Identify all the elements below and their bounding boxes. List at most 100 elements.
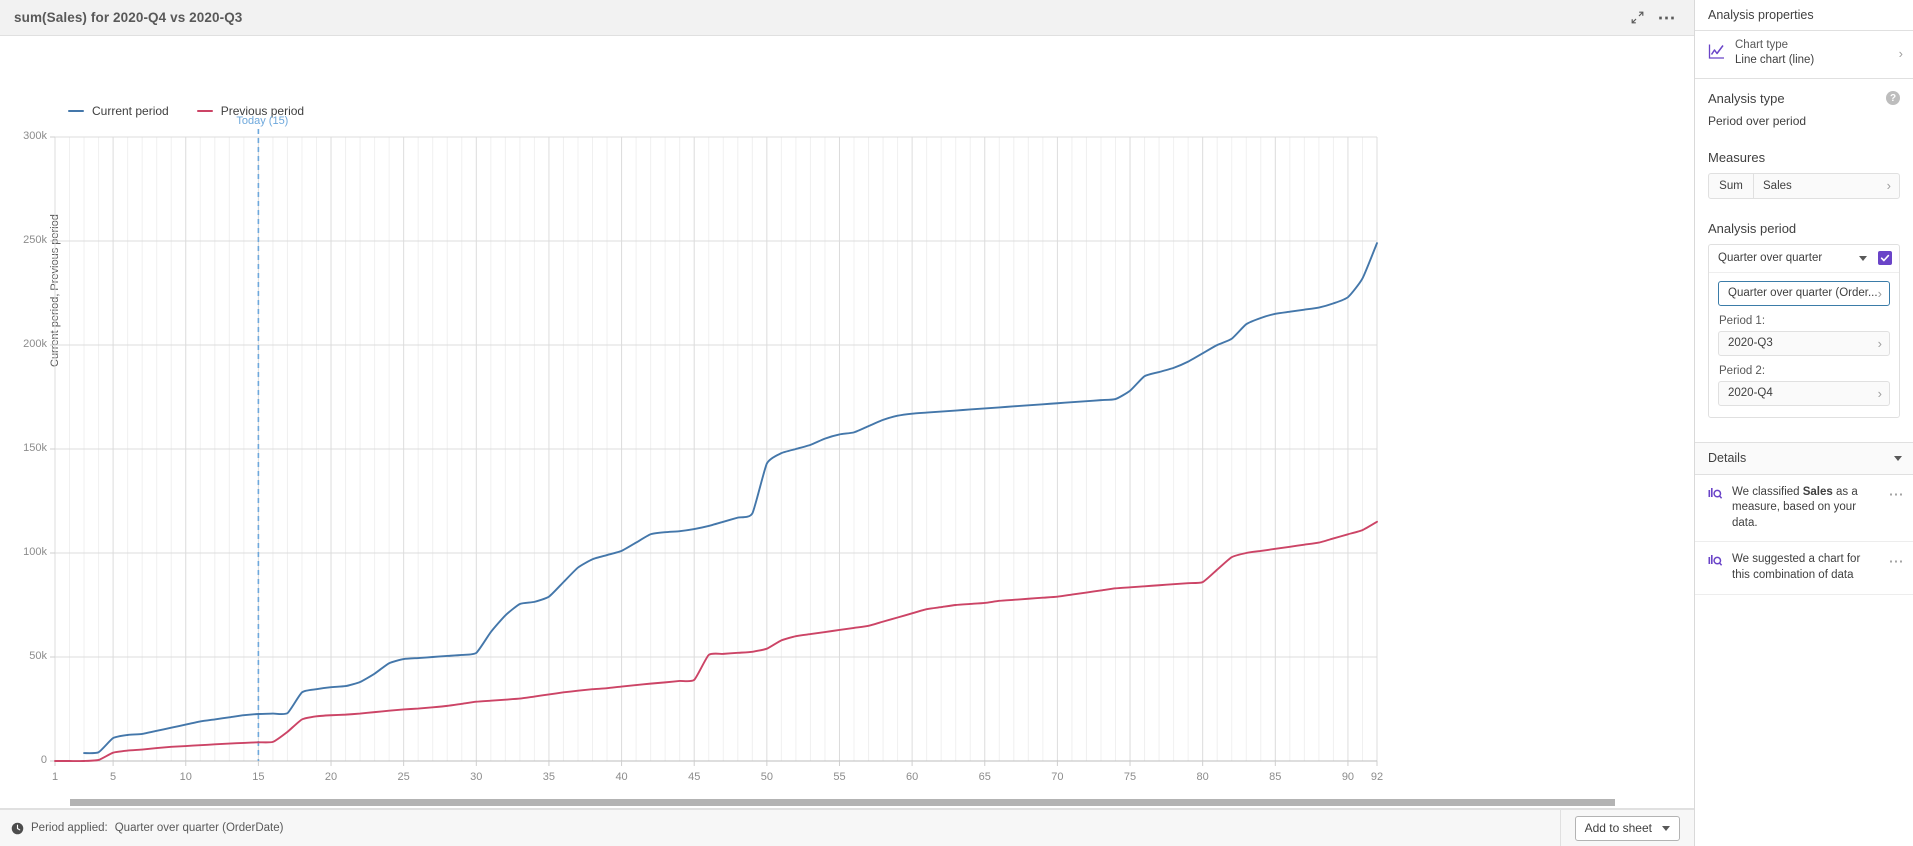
x-tick-label: 45 [688,771,701,783]
analysis-type-title-row: Analysis type ? [1708,91,1900,106]
ellipsis-icon[interactable]: ⋯ [1889,554,1905,569]
y-tick-label: 200k [23,338,47,350]
details-title: Details [1708,451,1747,466]
detail-text: We suggested a chart for this combinatio… [1732,552,1880,583]
calendar-field-value: Quarter over quarter (Order... [1728,287,1878,300]
chevron-right-icon: › [1877,335,1882,351]
status-prefix: Period applied: [31,822,108,834]
analysis-period-checkbox[interactable] [1878,251,1892,266]
panel-title: Analysis properties [1695,0,1913,31]
analysis-period-box: Quarter over quarter Quarter over quarte… [1708,243,1900,418]
chart-canvas: Current period Previous period Today (15… [0,36,1694,846]
panel-filler [1695,594,1913,846]
measures-section: Measures Sum Sales › [1695,128,1913,199]
chart-titlebar: sum(Sales) for 2020-Q4 vs 2020-Q3 ⋯ [0,0,1694,36]
y-tick-label: 250k [23,234,47,246]
chart-type-value: Line chart (line) [1735,54,1815,67]
analysis-period-selected: Quarter over quarter [1718,252,1823,265]
measure-aggregation: Sum [1709,173,1754,198]
collapse-arrows-icon[interactable] [1624,5,1650,31]
measure-field: Sales [1763,179,1792,192]
detail-text-before: We suggested a chart for this combinatio… [1732,553,1861,582]
detail-text: We classified Sales as a measure, based … [1732,485,1880,532]
x-tick-label: 35 [542,771,556,783]
detail-text-before: We classified [1732,485,1803,498]
x-tick-label: 80 [1196,771,1209,783]
app-root: sum(Sales) for 2020-Q4 vs 2020-Q3 ⋯ Curr… [0,0,1913,846]
status-bar: Period applied: Quarter over quarter (Or… [0,809,1694,846]
measure-item-sales[interactable]: Sum Sales › [1708,172,1900,199]
period2-value: 2020-Q4 [1728,387,1773,400]
ellipsis-icon[interactable]: ⋯ [1654,5,1680,31]
x-tick-label: 55 [833,771,846,783]
x-tick-label: 92 [1370,771,1384,783]
help-icon[interactable]: ? [1886,91,1900,106]
chevron-down-icon [1662,825,1670,831]
calendar-field-button[interactable]: Quarter over quarter (Order... › [1718,280,1890,306]
y-tick-label: 300k [23,130,47,142]
x-tick-label: 70 [1051,771,1064,783]
x-tick-label: 85 [1269,771,1282,783]
chart-type-text: Chart type Line chart (line) [1735,38,1889,69]
legend-swatch-current [68,110,84,112]
x-tick-label: 10 [179,771,192,783]
x-tick-label: 65 [978,771,991,783]
detail-item[interactable]: We suggested a chart for this combinatio… [1695,542,1913,595]
legend-swatch-previous [196,110,213,112]
chevron-right-icon: › [1898,45,1903,61]
period1-label: Period 1: [1719,314,1766,327]
line-chart-icon [1708,43,1725,63]
add-to-sheet-button[interactable]: Add to sheet [1574,815,1680,841]
chart-type-row[interactable]: Chart type Line chart (line) › [1695,31,1913,79]
status-value: Quarter over quarter (OrderDate) [114,822,284,834]
analysis-type-section: Analysis type ? Period over period [1695,79,1913,128]
page-title: sum(Sales) for 2020-Q4 vs 2020-Q3 [14,10,243,25]
analysis-type-title: Analysis type [1708,90,1785,106]
analysis-type-value: Period over period [1708,113,1807,128]
y-tick-label: 0 [40,754,47,766]
add-to-sheet-wrap: Add to sheet [1559,810,1694,846]
measures-title: Measures [1708,149,1766,165]
ellipsis-glyph: ⋯ [1657,7,1677,28]
chevron-right-icon: › [1877,385,1882,401]
chart-panel: sum(Sales) for 2020-Q4 vs 2020-Q3 ⋯ Curr… [0,0,1695,846]
insight-icon [1708,554,1723,570]
analysis-period-title: Analysis period [1708,220,1797,236]
x-tick-label: 75 [1123,771,1137,783]
x-tick-label: 50 [760,771,773,783]
x-tick-label: 25 [397,771,410,783]
analysis-period-inner: Quarter over quarter (Order... › Period … [1709,273,1899,417]
analysis-properties-panel: Analysis properties Chart type Line char… [1695,0,1913,846]
chevron-down-icon [1859,255,1867,261]
x-tick-label: 15 [252,771,265,783]
period1-button[interactable]: 2020-Q3 › [1718,330,1890,356]
chevron-down-icon [1894,455,1902,461]
clock-icon [11,822,24,834]
period2-button[interactable]: 2020-Q4 › [1718,380,1890,406]
details-header[interactable]: Details [1695,441,1913,475]
analysis-period-section: Analysis period Quarter over quarter Qua… [1695,199,1913,418]
legend-item-current-period[interactable]: Current period [68,104,169,118]
detail-item[interactable]: We classified Sales as a measure, based … [1695,474,1913,543]
x-tick-label: 5 [110,771,117,783]
legend-label-current: Current period [92,104,169,118]
chart-type-label: Chart type [1735,39,1789,51]
panel-gap [1695,418,1913,442]
insight-icon [1708,487,1723,503]
y-tick-label: 50k [29,650,47,662]
ellipsis-icon[interactable]: ⋯ [1889,487,1905,502]
add-to-sheet-label: Add to sheet [1584,821,1652,835]
chart-hscrollbar-thumb[interactable] [70,799,1615,806]
chart-hscrollbar-track[interactable] [0,795,1694,809]
period1-value: 2020-Q3 [1728,337,1773,350]
x-tick-label: 20 [324,771,338,783]
measure-chevron-right-icon: › [1886,178,1891,194]
today-annotation-label: Today (15) [236,115,289,127]
chevron-right-icon: › [1877,285,1882,301]
x-tick-label: 1 [51,771,59,783]
detail-text-bold: Sales [1802,485,1833,498]
y-tick-label: 150k [23,442,47,454]
x-tick-label: 30 [470,771,483,783]
analysis-period-select[interactable]: Quarter over quarter [1709,245,1899,273]
plot-area [50,129,1378,766]
